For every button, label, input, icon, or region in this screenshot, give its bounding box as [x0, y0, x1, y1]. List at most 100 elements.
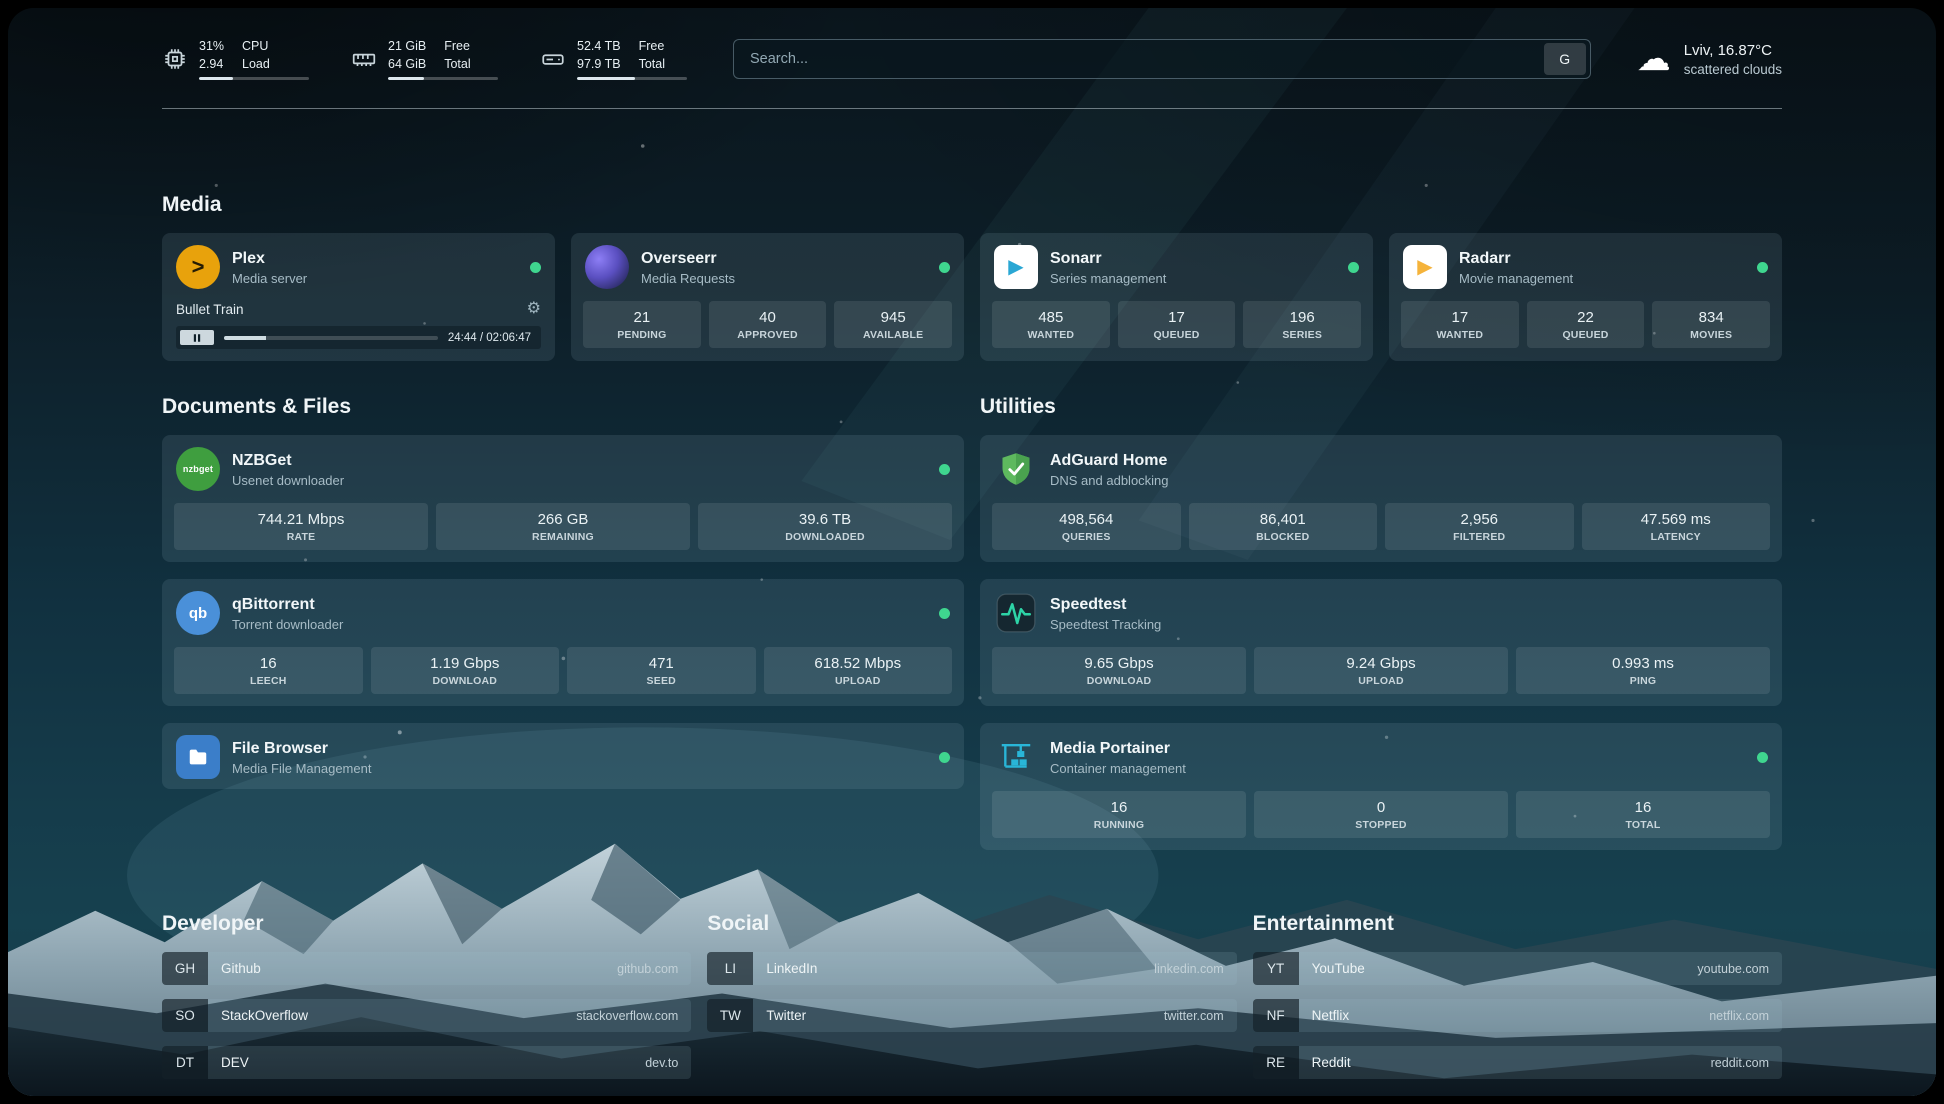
stat-value: 17: [1405, 309, 1515, 326]
stat-label: PENDING: [587, 329, 697, 341]
bookmark-netflix[interactable]: NF Netflix netflix.com: [1253, 999, 1782, 1032]
stat-label: DOWNLOADED: [702, 531, 948, 543]
stat-label: QUEUED: [1122, 329, 1232, 341]
radarr-icon-glyph: ▶: [1417, 257, 1432, 277]
documents-cards: nzbget NZBGet Usenet downloader 744.21 M…: [162, 435, 964, 789]
topbar-divider: [162, 108, 1782, 109]
memory-total-value: 64 GiB: [388, 56, 426, 74]
search-bar[interactable]: G: [733, 39, 1591, 79]
stat-value: 40: [713, 309, 823, 326]
bookmark-group-entertainment: Entertainment YT YouTube youtube.com NF …: [1253, 912, 1782, 1093]
stat-value: 22: [1531, 309, 1641, 326]
radarr-icon: ▶: [1403, 245, 1447, 289]
service-description: Movie management: [1459, 271, 1573, 286]
stat-value: 498,564: [996, 511, 1177, 528]
gear-icon[interactable]: ⚙: [527, 301, 541, 317]
portainer-card[interactable]: Media Portainer Container management 16 …: [980, 723, 1782, 850]
stat-value: 47.569 ms: [1586, 511, 1767, 528]
bookmark-abbr: LI: [707, 952, 753, 985]
documents-section-title: Documents & Files: [162, 395, 964, 419]
qbittorrent-card[interactable]: qb qBittorrent Torrent downloader 16: [162, 579, 964, 706]
adguard-stats: 498,564 QUERIES 86,401 BLOCKED 2,956 FIL…: [980, 501, 1782, 562]
sonarr-card[interactable]: ▶ Sonarr Series management 485 WANTED: [980, 233, 1373, 361]
sonarr-titles: Sonarr Series management: [1050, 249, 1166, 286]
bookmark-dev[interactable]: DT DEV dev.to: [162, 1046, 691, 1079]
sonarr-icon-glyph: ▶: [1008, 257, 1023, 277]
filebrowser-header: File Browser Media File Management: [162, 723, 964, 789]
cloud-icon: ☁: [1637, 42, 1671, 76]
stat-value: 16: [996, 799, 1242, 816]
disk-labels: Free Total: [639, 38, 665, 73]
status-dot: [1757, 262, 1768, 273]
stat-label: LATENCY: [1586, 531, 1767, 543]
service-name: Sonarr: [1050, 249, 1166, 269]
disk-total-value: 97.9 TB: [577, 56, 621, 74]
now-playing-row: Bullet Train ⚙: [176, 301, 541, 317]
bookmark-url: stackoverflow.com: [576, 999, 691, 1032]
stat-series: 196 SERIES: [1243, 301, 1361, 348]
bookmark-abbr: NF: [1253, 999, 1299, 1032]
status-dot: [530, 262, 541, 273]
stat-blocked: 86,401 BLOCKED: [1189, 503, 1378, 550]
adguard-card[interactable]: AdGuard Home DNS and adblocking 498,564 …: [980, 435, 1782, 562]
cpu-widget: 31% 2.94 CPU Load: [162, 38, 309, 80]
cpu-label: CPU: [242, 38, 270, 56]
cpu-labels: CPU Load: [242, 38, 270, 73]
sonarr-header: ▶ Sonarr Series management: [980, 233, 1373, 299]
bookmark-name: StackOverflow: [208, 999, 308, 1032]
stat-running: 16 RUNNING: [992, 791, 1246, 838]
filebrowser-titles: File Browser Media File Management: [232, 739, 371, 776]
bookmark-linkedin[interactable]: LI LinkedIn linkedin.com: [707, 952, 1236, 985]
memory-progress-track: [388, 77, 498, 80]
bookmark-url: reddit.com: [1711, 1046, 1782, 1079]
stat-download: 1.19 Gbps DOWNLOAD: [371, 647, 560, 694]
entertainment-group-title: Entertainment: [1253, 912, 1782, 936]
stat-value: 744.21 Mbps: [178, 511, 424, 528]
search-provider-button[interactable]: G: [1544, 43, 1586, 75]
bookmark-name: Twitter: [753, 999, 806, 1032]
nzbget-card[interactable]: nzbget NZBGet Usenet downloader 744.21 M…: [162, 435, 964, 562]
bookmark-abbr: SO: [162, 999, 208, 1032]
filebrowser-icon: [176, 735, 220, 779]
service-description: DNS and adblocking: [1050, 473, 1169, 488]
content-wrapper: 31% 2.94 CPU Load: [162, 8, 1782, 1093]
disk-values: 52.4 TB 97.9 TB: [577, 38, 621, 73]
memory-labels: Free Total: [444, 38, 470, 73]
stat-wanted: 485 WANTED: [992, 301, 1110, 348]
bookmark-stackoverflow[interactable]: SO StackOverflow stackoverflow.com: [162, 999, 691, 1032]
stat-label: FILTERED: [1389, 531, 1570, 543]
social-group-title: Social: [707, 912, 1236, 936]
overseerr-card[interactable]: Overseerr Media Requests 21 PENDING 40 A…: [571, 233, 964, 361]
bookmark-twitter[interactable]: TW Twitter twitter.com: [707, 999, 1236, 1032]
stat-remaining: 266 GB REMAINING: [436, 503, 690, 550]
playback-progress-track[interactable]: [224, 336, 438, 340]
speedtest-card[interactable]: Speedtest Speedtest Tracking 9.65 Gbps D…: [980, 579, 1782, 706]
playback-progress-fill: [224, 336, 266, 340]
plex-card[interactable]: > Plex Media server Bullet Train ⚙: [162, 233, 555, 361]
utilities-section-title: Utilities: [980, 395, 1782, 419]
bookmark-group-social: Social LI LinkedIn linkedin.com TW Twitt…: [707, 912, 1236, 1093]
stat-wanted: 17 WANTED: [1401, 301, 1519, 348]
bookmark-reddit[interactable]: RE Reddit reddit.com: [1253, 1046, 1782, 1079]
stat-value: 16: [1520, 799, 1766, 816]
radarr-card[interactable]: ▶ Radarr Movie management 17 WANTED: [1389, 233, 1782, 361]
speedtest-header: Speedtest Speedtest Tracking: [980, 579, 1782, 645]
stat-label: TOTAL: [1520, 819, 1766, 831]
filebrowser-card[interactable]: File Browser Media File Management: [162, 723, 964, 789]
bookmark-github[interactable]: GH Github github.com: [162, 952, 691, 985]
service-name: Overseerr: [641, 249, 735, 269]
pause-button[interactable]: [180, 330, 214, 345]
bookmark-url: twitter.com: [1164, 999, 1237, 1032]
search-input[interactable]: [748, 50, 1536, 68]
bookmark-name: YouTube: [1299, 952, 1365, 985]
plex-now-playing: Bullet Train ⚙: [162, 301, 555, 361]
cpu-widget-text: 31% 2.94 CPU Load: [199, 38, 309, 73]
stat-download: 9.65 Gbps DOWNLOAD: [992, 647, 1246, 694]
bookmark-name: Reddit: [1299, 1046, 1351, 1079]
bookmark-youtube[interactable]: YT YouTube youtube.com: [1253, 952, 1782, 985]
service-description: Torrent downloader: [232, 617, 343, 632]
nzbget-icon-text: nzbget: [183, 464, 213, 474]
status-dot: [1348, 262, 1359, 273]
stat-value: 1.19 Gbps: [375, 655, 556, 672]
bookmark-name: DEV: [208, 1046, 249, 1079]
